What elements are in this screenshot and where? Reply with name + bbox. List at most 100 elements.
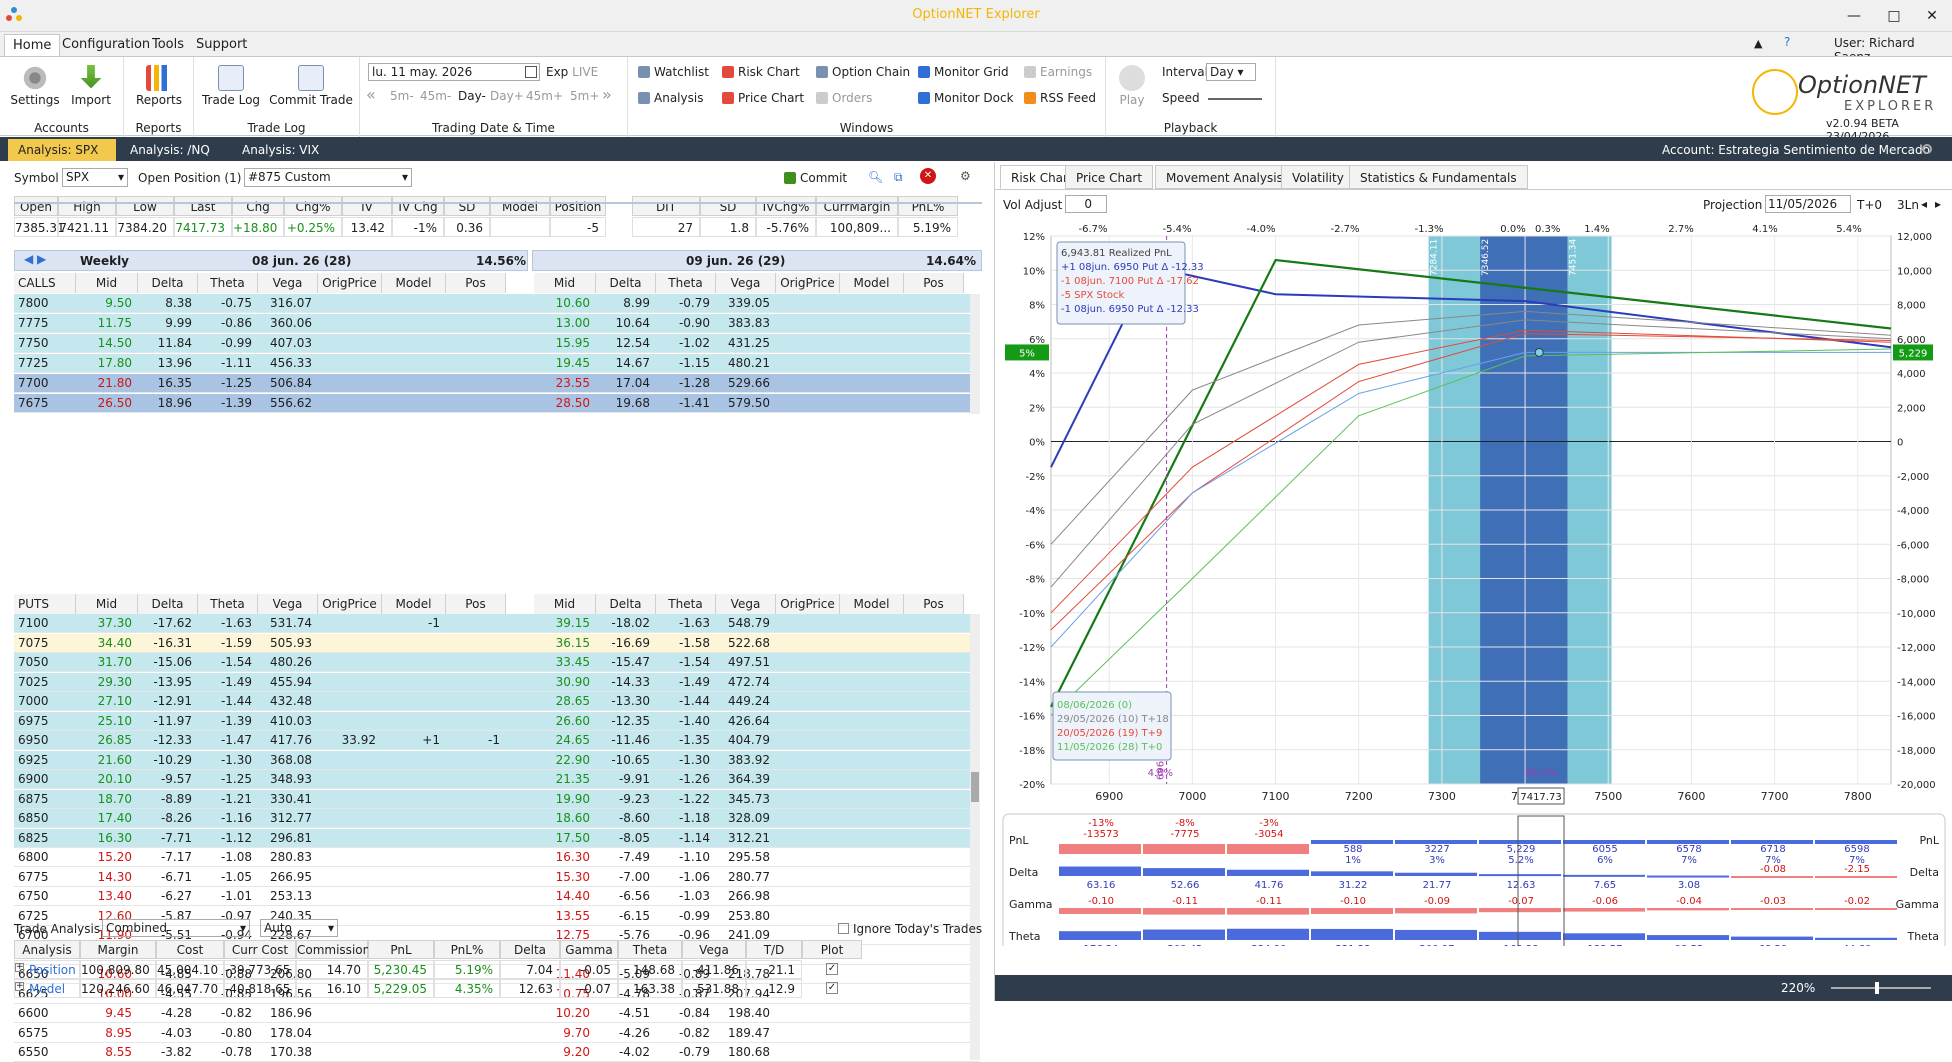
menu-home[interactable]: Home <box>4 34 61 56</box>
column-header[interactable]: Delta <box>138 273 198 293</box>
prev-icon[interactable]: ◂ <box>1921 197 1927 211</box>
next-icon[interactable]: ▸ <box>1935 197 1941 211</box>
projection-t[interactable]: T+0 <box>1857 198 1882 212</box>
maximize-icon[interactable]: □ <box>1874 4 1914 28</box>
step-day-back[interactable]: Day- <box>458 89 486 103</box>
interval-select[interactable]: Day ▾ <box>1206 63 1256 81</box>
back-icon[interactable]: « <box>366 85 376 104</box>
menu-configuration[interactable]: Configuration <box>54 34 158 56</box>
play-button[interactable]: Play <box>1114 65 1150 107</box>
tab-price-chart[interactable]: Price Chart <box>1065 165 1154 189</box>
step-5m-fwd[interactable]: 5m+ <box>570 89 599 103</box>
tab-statistics[interactable]: Statistics & Fundamentals <box>1349 165 1528 189</box>
expand-icon[interactable]: + <box>15 982 24 991</box>
tab-movement-analysis[interactable]: Movement Analysis <box>1155 165 1294 189</box>
column-header[interactable]: Model <box>382 273 446 293</box>
price-chart-button[interactable]: Price Chart <box>722 91 804 105</box>
zoom-slider[interactable] <box>1831 987 1931 989</box>
tab-volatility[interactable]: Volatility <box>1281 165 1355 189</box>
orders-button[interactable]: Orders <box>816 91 872 105</box>
zoom-icon[interactable]: 🔍︎ <box>868 170 883 184</box>
collapse-ribbon-icon[interactable]: ▲ <box>1754 37 1762 50</box>
speed-slider[interactable] <box>1208 98 1262 100</box>
column-header[interactable]: Theta <box>198 594 258 614</box>
help-icon[interactable]: ? <box>1784 35 1790 49</box>
watchlist-button[interactable]: Watchlist <box>638 65 709 79</box>
ignore-checkbox[interactable]: Ignore Today's Trades <box>838 922 982 936</box>
tab-analysis-spx[interactable]: Analysis: SPX ✕ <box>8 139 116 179</box>
column-header[interactable]: Pos <box>904 594 964 614</box>
option-chain-button[interactable]: Option Chain <box>816 65 910 79</box>
calls-scrollbar[interactable] <box>970 294 980 414</box>
column-header[interactable]: Mid <box>534 594 596 614</box>
column-header[interactable]: Vega <box>258 273 318 293</box>
forward-icon[interactable]: » <box>602 85 612 104</box>
column-header[interactable]: Theta <box>656 273 716 293</box>
column-header[interactable]: Delta <box>596 273 656 293</box>
step-day-fwd[interactable]: Day+ <box>490 89 524 103</box>
column-header[interactable]: Vega <box>716 594 776 614</box>
symbol-select[interactable]: SPX ▾ <box>62 168 128 187</box>
puts-scrollbar[interactable] <box>970 614 980 1060</box>
close-icon[interactable]: ✕ <box>1912 4 1952 28</box>
column-header[interactable]: OrigPrice <box>776 594 840 614</box>
vol-adjust-input[interactable]: 0 <box>1065 195 1107 213</box>
menu-support[interactable]: Support <box>188 34 255 56</box>
column-header[interactable]: Vega <box>716 273 776 293</box>
calendar-icon[interactable] <box>525 66 537 78</box>
plot-checkbox[interactable]: ✓ <box>826 963 838 975</box>
chain-cell[interactable]: -1 <box>382 616 446 630</box>
minimize-icon[interactable]: — <box>1834 4 1874 28</box>
step-45m-fwd[interactable]: 45m+ <box>526 89 563 103</box>
open-position-select[interactable]: #875 Custom ▾ <box>244 168 412 187</box>
step-5m-back[interactable]: 5m- <box>390 89 414 103</box>
rss-feed-button[interactable]: RSS Feed <box>1024 91 1096 105</box>
prev-expiry-icon[interactable]: ◀ ▶ <box>24 252 46 266</box>
chain-cell[interactable]: +1 <box>382 733 446 747</box>
risk-chart-button[interactable]: Risk Chart <box>722 65 800 79</box>
zoom-thumb[interactable] <box>1875 982 1879 994</box>
step-45m-back[interactable]: 45m- <box>420 89 451 103</box>
settings-button[interactable]: Settings <box>10 65 60 107</box>
column-header[interactable]: Model <box>382 594 446 614</box>
plot-checkbox[interactable]: ✓ <box>826 982 838 994</box>
column-header[interactable]: Delta <box>138 594 198 614</box>
analysis-button[interactable]: Analysis <box>638 91 703 105</box>
auto-select[interactable]: Auto ▾ <box>260 919 338 937</box>
commit-button[interactable]: Commit <box>784 171 847 185</box>
projection-ln[interactable]: 3Ln <box>1897 198 1919 212</box>
column-header[interactable]: OrigPrice <box>318 273 382 293</box>
import-button[interactable]: Import <box>66 65 116 107</box>
puts-scroll-thumb[interactable] <box>971 772 979 802</box>
expand-icon[interactable]: + <box>15 963 24 972</box>
reports-button[interactable]: Reports <box>132 65 186 107</box>
delete-icon[interactable]: ✕ <box>920 168 936 184</box>
monitor-grid-button[interactable]: Monitor Grid <box>918 65 1009 79</box>
risk-chart[interactable]: 12% 12,000 10% 10,000 8% 8,000 6% 6,000 4% 4,000 2… <box>995 218 1952 946</box>
earnings-button[interactable]: Earnings <box>1024 65 1092 79</box>
copy-icon[interactable]: ⧉ <box>894 170 903 185</box>
column-header[interactable]: Pos <box>446 594 506 614</box>
column-header[interactable]: Theta <box>656 594 716 614</box>
exp-toggle[interactable]: Exp LIVE <box>546 65 598 79</box>
column-header[interactable]: Pos <box>904 273 964 293</box>
column-header[interactable]: Theta <box>198 273 258 293</box>
column-header[interactable]: Pos <box>446 273 506 293</box>
column-header[interactable]: Mid <box>76 273 138 293</box>
tab-analysis-nq[interactable]: Analysis: /NQ <box>120 139 220 161</box>
monitor-dock-button[interactable]: Monitor Dock <box>918 91 1014 105</box>
commit-trade-button[interactable]: Commit Trade <box>268 65 354 107</box>
chain-cell[interactable]: -1 <box>446 733 506 747</box>
projection-date[interactable]: 11/05/2026 <box>1765 195 1851 213</box>
date-field[interactable]: lu. 11 may. 2026 <box>368 63 540 81</box>
column-header[interactable]: Model <box>840 273 904 293</box>
menu-tools[interactable]: Tools <box>144 34 192 56</box>
column-header[interactable]: Vega <box>258 594 318 614</box>
combined-select[interactable]: Combined ▾ <box>102 919 250 937</box>
tab-analysis-vix[interactable]: Analysis: VIX <box>232 139 329 161</box>
column-header[interactable]: OrigPrice <box>318 594 382 614</box>
column-header[interactable]: Delta <box>596 594 656 614</box>
column-header[interactable]: OrigPrice <box>776 273 840 293</box>
trade-log-button[interactable]: Trade Log <box>200 65 262 107</box>
chain-cell[interactable]: 33.92 <box>318 733 382 747</box>
